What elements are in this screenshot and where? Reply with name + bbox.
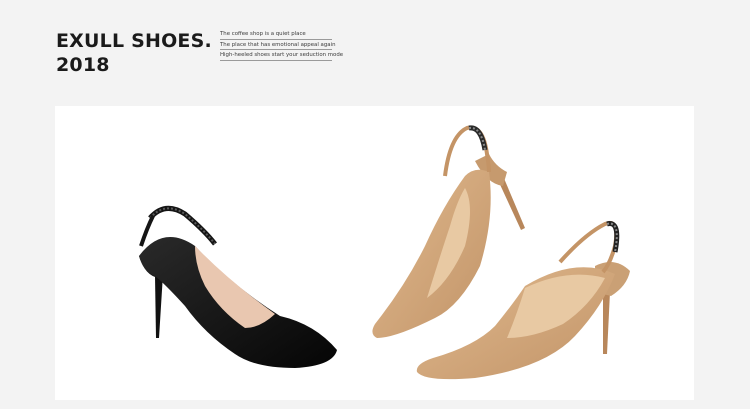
tagline-2: The place that has emotional appeal agai… — [220, 42, 336, 51]
nude-shoe-back — [372, 125, 525, 338]
brand-title: EXULL SHOES. 2018 — [56, 29, 212, 77]
shoes-illustration — [139, 125, 630, 380]
brand-year: 2018 — [56, 54, 110, 76]
tagline-3: High-heeled shoes start your seduction m… — [220, 52, 343, 61]
tagline-1: The coffee shop is a quiet place — [220, 31, 332, 40]
brand-name: EXULL SHOES. — [56, 30, 212, 52]
black-shoe — [139, 205, 337, 368]
product-photo — [55, 106, 694, 400]
tagline-list: The coffee shop is a quiet place The pla… — [220, 31, 343, 63]
